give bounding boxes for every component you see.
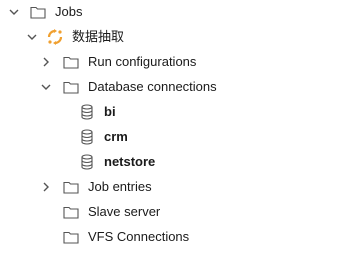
tree-node-label: crm	[104, 129, 128, 144]
tree-node-job[interactable]: 数据抽取	[0, 26, 337, 48]
folder-icon	[29, 3, 47, 21]
tree-node-run-configurations[interactable]: Run configurations	[0, 51, 337, 73]
chevron-down-icon[interactable]	[26, 31, 38, 43]
chevron-down-icon[interactable]	[40, 81, 52, 93]
tree-node-label: Run configurations	[88, 54, 197, 69]
tree-node-label: Jobs	[55, 4, 83, 19]
repository-tree: Jobs 数据抽取 Run configurations Database co…	[0, 0, 337, 257]
tree-node-label: Database connections	[88, 79, 217, 94]
database-icon	[78, 103, 96, 121]
tree-node-connection-bi[interactable]: bi	[0, 101, 337, 123]
folder-icon	[62, 53, 80, 71]
tree-node-connection-crm[interactable]: crm	[0, 126, 337, 148]
folder-icon	[62, 78, 80, 96]
database-icon	[78, 153, 96, 171]
chevron-right-icon[interactable]	[40, 56, 52, 68]
chevron-right-icon[interactable]	[40, 181, 52, 193]
tree-node-slave-server[interactable]: Slave server	[0, 201, 337, 223]
tree-node-label: Slave server	[88, 204, 161, 219]
folder-icon	[62, 203, 80, 221]
tree-node-jobs[interactable]: Jobs	[0, 1, 337, 23]
tree-node-label: bi	[104, 104, 116, 119]
folder-icon	[62, 228, 80, 246]
chevron-down-icon[interactable]	[8, 6, 20, 18]
tree-node-label: netstore	[104, 154, 156, 169]
tree-node-database-connections[interactable]: Database connections	[0, 76, 337, 98]
database-icon	[78, 128, 96, 146]
tree-node-job-entries[interactable]: Job entries	[0, 176, 337, 198]
tree-node-connection-netstore[interactable]: netstore	[0, 151, 337, 173]
tree-node-label: Job entries	[88, 179, 152, 194]
tree-node-vfs-connections[interactable]: VFS Connections	[0, 226, 337, 248]
tree-node-label: VFS Connections	[88, 229, 190, 244]
job-icon	[46, 28, 64, 46]
folder-icon	[62, 178, 80, 196]
tree-node-label: 数据抽取	[72, 29, 125, 44]
